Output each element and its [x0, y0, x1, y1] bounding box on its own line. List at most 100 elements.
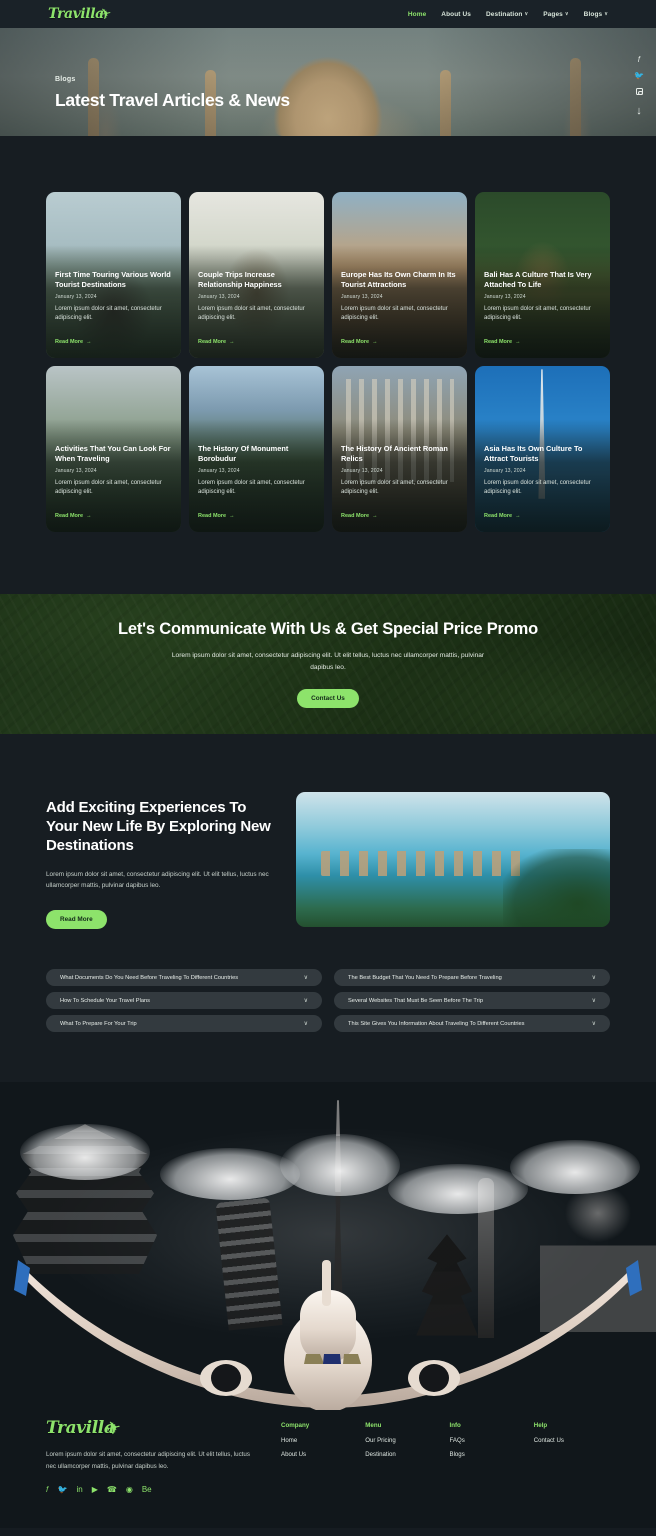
- airplane-illustration: [14, 1260, 642, 1411]
- blog-card[interactable]: Couple Trips Increase Relationship Happi…: [189, 192, 324, 358]
- page-root: Travilla ✈ Home About Us Destination ∨ P…: [0, 0, 656, 1529]
- breadcrumb: Blogs: [55, 76, 76, 83]
- footer-link[interactable]: Our Pricing: [365, 1437, 441, 1444]
- faq-section: What Documents Do You Need Before Travel…: [0, 929, 656, 1083]
- hero-content: Blogs Latest Travel Articles & News: [0, 28, 656, 111]
- footer-column-menu: Menu Our Pricing Destination: [365, 1422, 441, 1494]
- read-more-link[interactable]: Read More →: [484, 339, 521, 345]
- nav-item-about-us[interactable]: About Us: [441, 11, 471, 18]
- footer-link[interactable]: Blogs: [450, 1451, 526, 1458]
- cta-content: Let's Communicate With Us & Get Special …: [118, 620, 538, 709]
- faq-item[interactable]: This Site Gives You Information About Tr…: [334, 1015, 610, 1033]
- faq-question: What Documents Do You Need Before Travel…: [60, 974, 239, 981]
- footer-wrap: Travilla ✈ Lorem ipsum dolor sit amet, c…: [46, 1417, 610, 1494]
- chevron-down-icon: ∨: [303, 1021, 308, 1028]
- chevron-down-icon: ∨: [564, 11, 569, 17]
- read-more-link[interactable]: Read More →: [198, 513, 235, 519]
- read-more-label: Read More: [55, 339, 84, 345]
- read-more-label: Read More: [341, 513, 370, 519]
- faq-item[interactable]: What Documents Do You Need Before Travel…: [46, 969, 322, 987]
- blog-card[interactable]: Asia Has Its Own Culture To Attract Tour…: [475, 366, 610, 532]
- blog-card-excerpt: Lorem ipsum dolor sit amet, consectetur …: [484, 306, 591, 321]
- instagram-icon[interactable]: ◉: [126, 1486, 133, 1494]
- blog-card[interactable]: Europe Has Its Own Charm In Its Tourist …: [332, 192, 467, 358]
- footer-column-company: Company Home About Us: [281, 1422, 357, 1494]
- arrow-right-icon: →: [515, 339, 521, 345]
- contact-us-button[interactable]: Contact Us: [297, 689, 359, 709]
- footer-column-title: Help: [533, 1422, 548, 1430]
- nav-item-home[interactable]: Home: [408, 11, 426, 18]
- blog-card-date: January 13, 2024: [341, 294, 383, 300]
- nav-item-blogs[interactable]: Blogs ∨: [584, 11, 608, 18]
- blog-card-body: The History Of Ancient Roman Relics Janu…: [332, 444, 467, 532]
- facebook-icon[interactable]: 𝑓: [46, 1486, 49, 1494]
- experiences-section: Add Exciting Experiences To Your New Lif…: [0, 734, 656, 930]
- nav-item-home-label: Home: [407, 10, 427, 18]
- read-more-button[interactable]: Read More: [46, 910, 107, 930]
- twitter-icon[interactable]: 🐦: [58, 1486, 68, 1494]
- read-more-link[interactable]: Read More →: [55, 513, 92, 519]
- nav-item-pages[interactable]: Pages ∨: [543, 11, 568, 18]
- nav-links: Home About Us Destination ∨ Pages ∨ Blog…: [408, 11, 608, 18]
- blog-card[interactable]: The History Of Ancient Roman Relics Janu…: [332, 366, 467, 532]
- faq-item[interactable]: Several Websites That Must Be Seen Befor…: [334, 992, 610, 1010]
- footer-link[interactable]: Home: [281, 1437, 357, 1444]
- blog-card[interactable]: Bali Has A Culture That Is Very Attached…: [475, 192, 610, 358]
- blog-card[interactable]: First Time Touring Various World Tourist…: [46, 192, 181, 358]
- faq-item[interactable]: What To Prepare For Your Trip ∨: [46, 1015, 322, 1033]
- footer-column-info: Info FAQs Blogs: [450, 1422, 526, 1494]
- experiences-wrap: Add Exciting Experiences To Your New Lif…: [46, 792, 610, 930]
- read-more-link[interactable]: Read More →: [198, 339, 235, 345]
- cloud-decoration: [20, 1124, 150, 1181]
- brand-logo[interactable]: Travilla ✈: [48, 4, 113, 23]
- twitter-icon[interactable]: 🐦: [634, 72, 644, 80]
- blog-card-excerpt: Lorem ipsum dolor sit amet, consectetur …: [198, 480, 305, 495]
- read-more-link[interactable]: Read More →: [484, 513, 521, 519]
- blog-card-body: Bali Has A Culture That Is Very Attached…: [475, 270, 610, 358]
- chevron-down-icon: ∨: [303, 975, 308, 982]
- facebook-icon[interactable]: 𝑓: [638, 56, 641, 64]
- scroll-down-icon[interactable]: ↓: [636, 106, 642, 117]
- blog-card-title: Europe Has Its Own Charm In Its Tourist …: [341, 270, 456, 290]
- read-more-link[interactable]: Read More →: [341, 339, 378, 345]
- logo-text: Travilla: [48, 6, 104, 22]
- nav-item-about-us-label: About Us: [441, 10, 471, 18]
- airplane-showcase: [0, 1082, 656, 1413]
- nav-item-destination-label: Destination: [485, 10, 523, 18]
- faq-item[interactable]: How To Schedule Your Travel Plans ∨: [46, 992, 322, 1010]
- footer-link[interactable]: About Us: [281, 1451, 357, 1458]
- footer-link[interactable]: Contact Us: [534, 1437, 610, 1444]
- blog-section: First Time Touring Various World Tourist…: [0, 136, 656, 594]
- faq-question: This Site Gives You Information About Tr…: [348, 1020, 525, 1027]
- blog-card[interactable]: Activities That You Can Look For When Tr…: [46, 366, 181, 532]
- footer-column-title: Menu: [365, 1422, 382, 1430]
- read-more-link[interactable]: Read More →: [55, 339, 92, 345]
- blog-card-title: Bali Has A Culture That Is Very Attached…: [484, 270, 592, 290]
- read-more-label: Read More: [55, 513, 84, 519]
- whatsapp-icon[interactable]: ☎: [107, 1486, 117, 1494]
- youtube-icon[interactable]: ▶: [92, 1486, 98, 1494]
- arrow-right-icon: →: [372, 339, 378, 345]
- blog-card-body: Activities That You Can Look For When Tr…: [46, 444, 181, 532]
- footer-description: Lorem ipsum dolor sit amet, consectetur …: [46, 1451, 250, 1470]
- nav-item-blogs-label: Blogs: [583, 10, 603, 18]
- experiences-description: Lorem ipsum dolor sit amet, consectetur …: [46, 870, 269, 890]
- read-more-link[interactable]: Read More →: [341, 513, 378, 519]
- behance-icon[interactable]: Be: [142, 1486, 152, 1494]
- arrow-right-icon: →: [229, 339, 235, 345]
- blog-card-body: Asia Has Its Own Culture To Attract Tour…: [475, 444, 610, 532]
- blog-card-title: Couple Trips Increase Relationship Happi…: [198, 270, 282, 290]
- linkedin-icon[interactable]: in: [76, 1486, 82, 1494]
- footer-logo[interactable]: Travilla ✈: [46, 1417, 261, 1440]
- top-navbar: Travilla ✈ Home About Us Destination ∨ P…: [0, 0, 656, 28]
- faq-grid: What Documents Do You Need Before Travel…: [46, 969, 610, 1033]
- footer-link[interactable]: FAQs: [450, 1437, 526, 1444]
- instagram-icon[interactable]: [635, 88, 643, 96]
- nav-item-destination[interactable]: Destination ∨: [486, 11, 528, 18]
- footer-link[interactable]: Destination: [365, 1451, 441, 1458]
- chevron-down-icon: ∨: [604, 11, 608, 17]
- arrow-right-icon: →: [372, 513, 378, 519]
- blog-card[interactable]: The History Of Monument Borobudur Januar…: [189, 366, 324, 532]
- faq-item[interactable]: The Best Budget That You Need To Prepare…: [334, 969, 610, 987]
- blog-card-excerpt: Lorem ipsum dolor sit amet, consectetur …: [198, 306, 305, 321]
